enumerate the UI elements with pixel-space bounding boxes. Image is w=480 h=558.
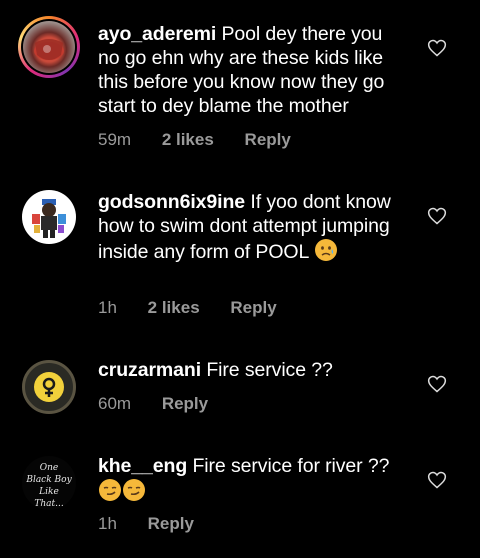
like-heart-icon[interactable] [427,470,447,490]
comment-time: 60m [98,394,132,413]
smirk-emoji [122,478,146,508]
comment-username[interactable]: godsonn6ix9ine [98,191,245,213]
comment-body: ayo_aderemi Pool dey there you no go ehn… [98,22,408,118]
comment-username[interactable]: ayo_aderemi [98,23,216,45]
comment-likes[interactable]: 2 likes [148,298,200,318]
disappointed-relieved-emoji [314,238,338,268]
comment-body: cruzarmani Fire service ?? [98,358,408,382]
reply-button[interactable]: Reply [162,394,208,414]
comment-time: 59m [98,130,132,149]
female-symbol-icon [34,372,64,402]
reply-button[interactable]: Reply [230,298,276,318]
comment-meta: 59m 2 likes Reply [98,130,317,150]
comment-text: Fire service ?? [206,359,333,381]
comment-meta: 60m Reply [98,394,234,414]
avatar[interactable]: One Black Boy Like That... [22,456,76,510]
cartoon-character-icon [32,199,66,238]
avatar[interactable] [22,190,76,244]
avatar-text-logo: One Black Boy Like That... [26,463,72,509]
comment-body: godsonn6ix9ine If yoo dont know how to s… [98,190,408,268]
comment-username[interactable]: khe__eng [98,455,187,477]
story-ring[interactable] [18,16,80,78]
comment-body: khe__eng Fire service for river ?? [98,454,408,508]
comment-time: 1h [98,514,117,533]
drink-glass-icon [34,39,64,60]
comment-username[interactable]: cruzarmani [98,359,201,381]
like-heart-icon[interactable] [427,206,447,226]
comment-text: Fire service for river ?? [192,455,390,477]
comment-meta: 1h 2 likes Reply [98,298,303,318]
reply-button[interactable]: Reply [148,514,194,534]
comment-meta: 1h Reply [98,514,220,534]
comment-likes[interactable]: 2 likes [162,130,214,150]
smirk-emoji [98,478,122,508]
comment-time: 1h [98,298,117,317]
like-heart-icon[interactable] [427,374,447,394]
reply-button[interactable]: Reply [245,130,291,150]
avatar[interactable] [22,360,76,414]
like-heart-icon[interactable] [427,38,447,58]
avatar[interactable] [23,21,75,73]
